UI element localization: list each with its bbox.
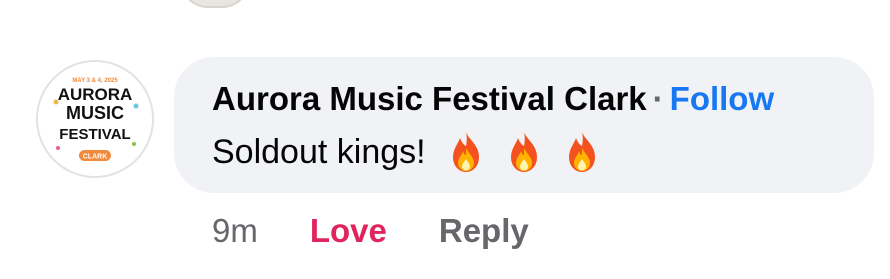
comment-timestamp[interactable]: 9m (212, 211, 258, 251)
fire-icon (568, 132, 595, 172)
avatar[interactable]: MAY 3 & 4, 2025 AURORA MUSIC FESTIVAL CL… (36, 60, 154, 178)
festival-logo: MAY 3 & 4, 2025 AURORA MUSIC FESTIVAL CL… (38, 62, 152, 176)
logo-line-3: FESTIVAL (59, 126, 130, 143)
comment-text: Soldout kings! (212, 132, 426, 171)
fire-icon (452, 132, 479, 172)
reply-button[interactable]: Reply (439, 211, 529, 251)
logo-badge: CLARK (83, 154, 108, 161)
logo-line-2: MUSIC (66, 103, 124, 123)
comment-body: Soldout kings! (212, 130, 602, 174)
fire-icon (510, 132, 537, 172)
author-name[interactable]: Aurora Music Festival Clark (212, 80, 647, 117)
previous-comment-avatar[interactable] (180, 0, 250, 8)
follow-button[interactable]: Follow (670, 80, 774, 117)
emoji-group (446, 130, 602, 174)
logo-line-1: AURORA (58, 85, 133, 104)
separator-dot: · (652, 80, 664, 117)
comment-bubble: Aurora Music Festival Clark · Follow Soldo… (174, 57, 874, 193)
logo-date: MAY 3 & 4, 2025 (72, 78, 118, 84)
love-reaction-button[interactable]: Love (310, 211, 387, 251)
comment-thread: MAY 3 & 4, 2025 AURORA MUSIC FESTIVAL CL… (0, 0, 890, 279)
comment-header: Aurora Music Festival Clark · Follow (212, 79, 774, 119)
comment-actions: 9m Love Reply (212, 211, 529, 251)
